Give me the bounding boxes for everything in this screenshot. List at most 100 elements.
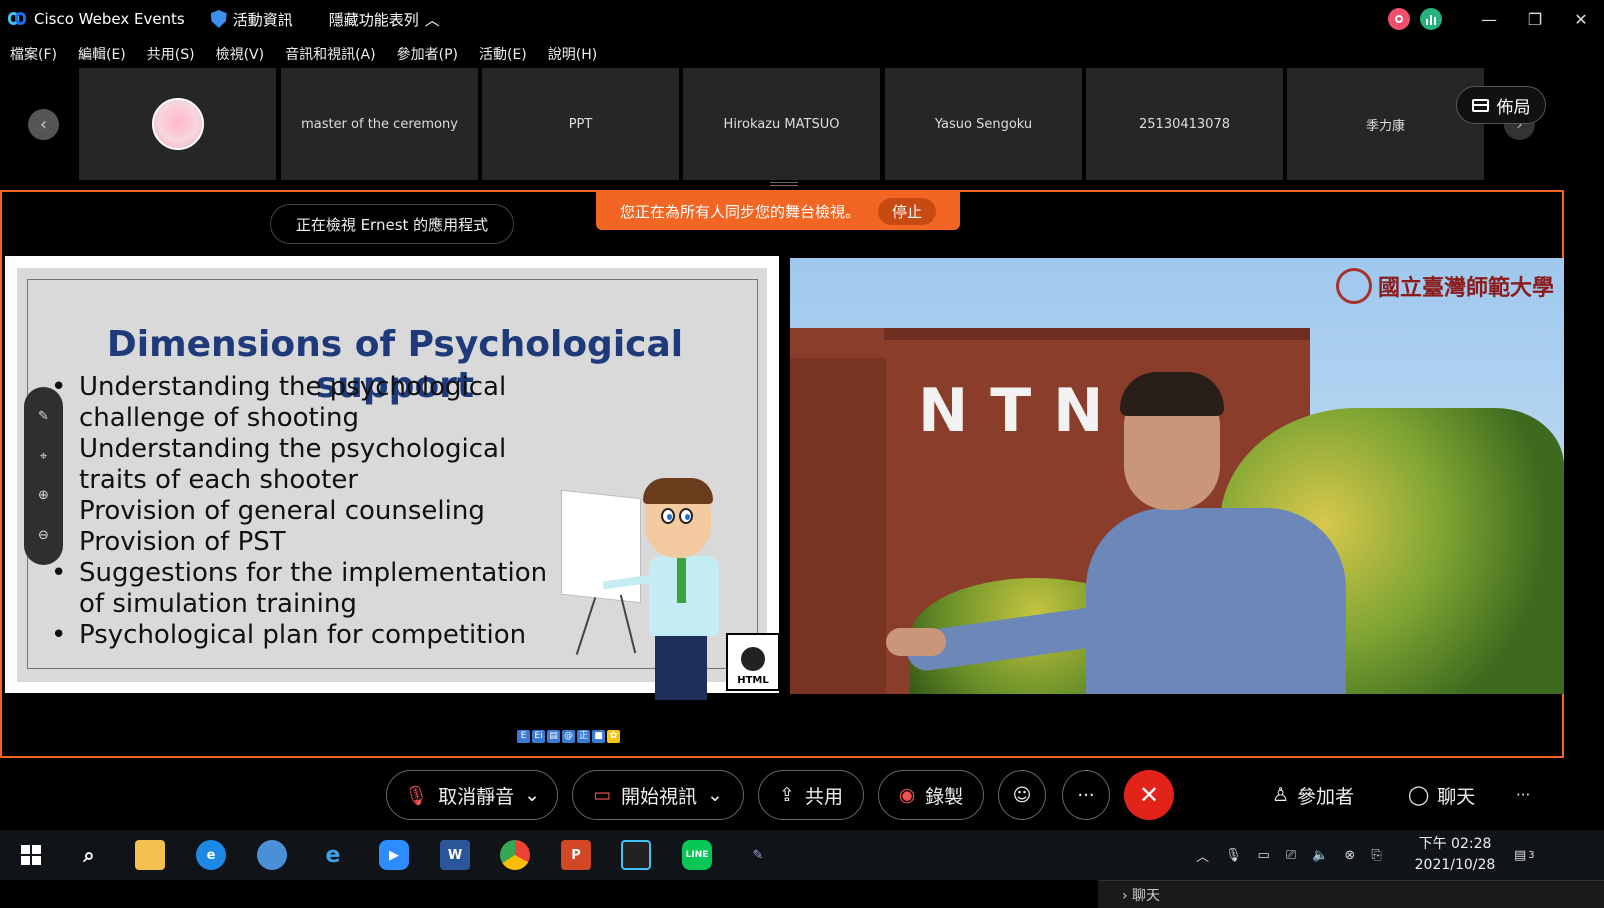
edge-icon[interactable]: e [196,840,226,870]
overflow-menu-button[interactable]: ··· [1516,770,1530,820]
recording-indicator-icon[interactable] [1388,8,1410,30]
menu-edit[interactable]: 編輯(E) [78,44,126,64]
share-label: 共用 [804,785,843,808]
ime-icon[interactable]: ▤ [547,730,560,743]
zoom-in-icon[interactable]: ⊕ [38,488,49,503]
close-button[interactable]: ✕ [1558,10,1604,29]
event-info-button[interactable]: 活動資訊 [210,9,293,30]
notification-icon: ▤ [1514,847,1527,863]
ime-icon[interactable]: ■ [592,730,605,743]
resize-handle[interactable] [770,182,798,186]
chrome-icon[interactable] [500,840,530,870]
pen-icon[interactable]: ✎ [38,409,49,424]
reactions-button[interactable]: ☺ [998,770,1046,820]
end-meeting-button[interactable]: ✕ [1124,770,1174,820]
windows-start-icon[interactable] [16,840,46,870]
start-video-button[interactable]: ▭ 開始視訊 ⌄ [572,770,744,820]
microphone-icon[interactable]: 🎙 [1225,848,1242,863]
zoom-out-icon[interactable]: ⊖ [38,528,49,543]
brain-icon [741,647,765,671]
pointer-icon[interactable]: ⌖ [40,449,47,464]
menu-view[interactable]: 檢視(V) [216,44,265,64]
university-seal-icon [1336,268,1372,304]
university-name: 國立臺灣師範大學 [1378,275,1555,301]
webex-taskbar-icon[interactable] [621,840,651,870]
menu-file[interactable]: 檔案(F) [10,44,57,64]
unmute-button[interactable]: 🎙 取消靜音 ⌄ [386,770,558,820]
slide-bullet: Psychological plan for competition [51,620,571,651]
ime-icon[interactable]: ✿ [607,730,620,743]
more-options-button[interactable]: ··· [1062,770,1110,820]
presenter-hair [643,478,713,504]
chevron-down-icon[interactable]: ⌄ [524,784,540,806]
sync-message: 您正在為所有人同步您的舞台檢視。 [619,202,860,221]
menu-share[interactable]: 共用(S) [147,44,195,64]
share-button[interactable]: ⇪ 共用 [758,770,864,820]
restore-button[interactable]: ❐ [1512,10,1558,29]
clipboard-icon[interactable]: ⎘ [1371,848,1381,863]
network-app-icon[interactable] [257,840,287,870]
paint-icon[interactable]: ✎ [743,840,773,870]
word-icon[interactable]: W [440,840,470,870]
blocked-icon[interactable]: ⊗ [1344,848,1355,863]
notification-center-icon[interactable]: ▤ 3 [1514,830,1535,880]
layout-icon [1471,98,1489,112]
presenter-tie [677,558,686,603]
participant-strip: ‹ master of the ceremony PPT Hirokazu MA… [0,68,1604,181]
menu-audio-video[interactable]: 音訊和視訊(A) [285,44,376,64]
meeting-controls: 🎙 取消靜音 ⌄ ▭ 開始視訊 ⌄ ⇪ 共用 ◉ 錄製 ☺ ··· ✕ ♙ 參加… [0,760,1604,830]
internet-explorer-icon[interactable]: e [318,840,348,870]
ime-icon[interactable]: 正 [577,730,590,743]
participant-tile-avatar[interactable] [79,68,276,180]
record-label: 錄製 [925,785,964,808]
speaker-hair [1120,372,1224,416]
battery-icon[interactable]: ▭ [1258,848,1270,863]
participants-button[interactable]: ♙ 參加者 [1272,770,1354,820]
participant-tile[interactable]: master of the ceremony [281,68,478,180]
network-icon[interactable]: ⎚ [1286,848,1296,863]
stop-sync-button[interactable]: 停止 [878,197,937,225]
hide-menu-label: 隱藏功能表列 [328,10,419,29]
menu-event[interactable]: 活動(E) [479,44,527,64]
minimize-button[interactable]: — [1466,10,1512,29]
participant-name: 季力康 [1365,118,1405,134]
menu-participants[interactable]: 參加者(P) [397,44,458,64]
app-name: Cisco Webex Events [34,10,185,28]
chat-button[interactable]: ◯ 聊天 [1408,770,1475,820]
clock-time: 下午 02:28 [1418,836,1492,852]
presenter-eye [661,508,675,524]
chat-label: 聊天 [1437,785,1476,808]
layout-label: 佈局 [1496,97,1531,118]
speaker-video: NTNU 國立臺灣師範大學 [790,258,1564,694]
participant-tile[interactable]: PPT [482,68,679,180]
file-explorer-icon[interactable] [135,840,165,870]
slide-bullets: Understanding the psychological challeng… [51,372,571,651]
ime-icon[interactable]: @ [562,730,575,743]
volume-icon[interactable]: 🔈 [1312,848,1328,863]
clock-date: 2021/10/28 [1414,857,1496,873]
menu-help[interactable]: 說明(H) [548,44,597,64]
mic-muted-icon: 🎙 [403,784,429,807]
participant-tile[interactable]: 季力康 [1287,68,1484,180]
system-clock[interactable]: 下午 02:28 2021/10/28 [1408,834,1502,876]
record-button[interactable]: ◉ 錄製 [878,770,984,820]
layout-button[interactable]: 佈局 [1456,86,1546,124]
speaker-shirt [1086,508,1346,694]
chevron-up-icon[interactable]: ︿ [1196,846,1209,865]
unmute-label: 取消靜音 [438,785,515,808]
participant-tile[interactable]: Hirokazu MATSUO [683,68,880,180]
strip-prev-button[interactable]: ‹ [28,109,59,140]
ime-icon[interactable]: E [517,730,530,743]
hide-menu-button[interactable]: 隱藏功能表列 ︿ [329,9,440,30]
presenter-eye [679,508,693,524]
ime-icon[interactable]: Ei [532,730,545,743]
participant-tile[interactable]: 25130413078 [1086,68,1283,180]
zoom-icon[interactable]: ▶ [379,840,409,870]
powerpoint-icon[interactable]: P [561,840,591,870]
line-icon[interactable]: LINE [682,840,712,870]
search-icon[interactable]: ⌕ [74,840,104,870]
participant-tile[interactable]: Yasuo Sengoku [885,68,1082,180]
slide-bullet: Understanding the psychological traits o… [51,434,571,496]
chevron-down-icon[interactable]: ⌄ [707,784,723,806]
network-stats-icon[interactable] [1420,8,1442,30]
